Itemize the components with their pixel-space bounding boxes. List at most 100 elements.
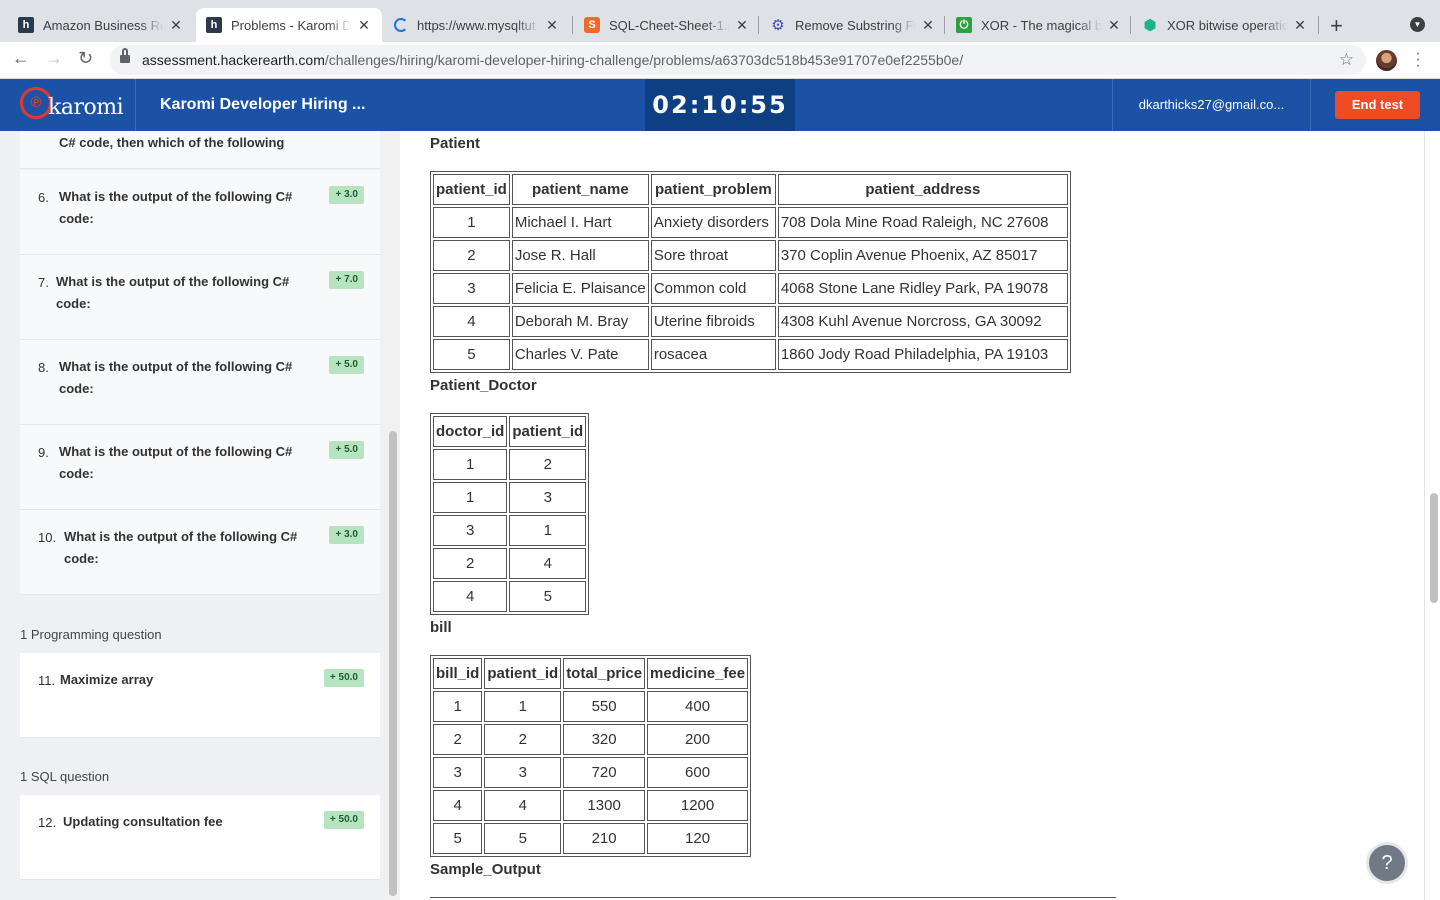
close-icon[interactable]: ✕ xyxy=(356,17,372,34)
problem-statement-panel: Patient patient_id patient_name patient_… xyxy=(400,131,1440,900)
table-cell: 400 xyxy=(647,691,749,722)
tab-title: Remove Substring Fro xyxy=(795,17,916,33)
content-scrollbar[interactable] xyxy=(1428,131,1440,900)
forward-arrow-icon[interactable]: → xyxy=(45,48,63,69)
question-card[interactable]: 9. What is the output of the following C… xyxy=(20,425,380,510)
question-number: 12. xyxy=(38,815,57,830)
score-badge: + 7.0 xyxy=(329,271,364,289)
table-cell: 1 xyxy=(433,207,510,238)
score-badge: + 50.0 xyxy=(323,669,364,687)
question-text: What is the output of the following C# c… xyxy=(56,274,290,311)
back-arrow-icon[interactable]: ← xyxy=(12,48,30,69)
table-cell: 2 xyxy=(433,240,510,271)
table-cell: 3 xyxy=(484,757,562,788)
tab-title: Amazon Business Res xyxy=(43,17,164,33)
browser-tab[interactable]: ⏻ XOR - The magical bit ✕ xyxy=(946,8,1132,42)
tab-title: XOR - The magical bit xyxy=(981,17,1102,33)
browser-tab[interactable]: ⚙ Remove Substring Fro ✕ xyxy=(760,8,946,42)
countdown-timer: 02:10:55 xyxy=(645,79,795,131)
browser-tab[interactable]: S SQL-Cheet-Sheet-1.p ✕ xyxy=(574,8,760,42)
score-badge: + 3.0 xyxy=(329,186,364,204)
table-cell: Michael I. Hart xyxy=(511,207,649,238)
power-favicon-icon: ⏻ xyxy=(956,17,972,33)
test-title: Karomi Developer Hiring ... xyxy=(160,96,366,113)
question-card[interactable]: 8. What is the output of the following C… xyxy=(20,340,380,425)
table-cell: 5 xyxy=(509,581,587,612)
table-row: 3 Felicia E. Plaisance Common cold 4068 Sto… xyxy=(433,273,1068,304)
question-text: C# code, then which of the following xyxy=(59,135,285,150)
table-cell: 3 xyxy=(433,273,510,304)
panel-divider xyxy=(1424,131,1425,900)
table-cell: 370 Coplin Avenue Phoenix, AZ 85017 xyxy=(777,240,1068,271)
browser-tab[interactable]: h Amazon Business Res ✕ xyxy=(8,8,194,42)
table-cell: 600 xyxy=(647,757,749,788)
table-cell: 200 xyxy=(647,724,749,755)
question-list-sidebar: C# code, then which of the following 6. … xyxy=(0,131,400,900)
table-row: 5 5 210 120 xyxy=(433,823,749,854)
content-scrollbar-thumb[interactable] xyxy=(1430,493,1438,603)
table-cell: 2 xyxy=(433,548,508,579)
table-row: 4 Deborah M. Bray Uterine fibroids 4308 Kuh… xyxy=(433,306,1068,337)
sidebar-scrollbar-thumb[interactable] xyxy=(389,431,397,896)
karomi-logo: ℗ karomi xyxy=(0,79,136,131)
close-icon[interactable]: ✕ xyxy=(544,17,560,34)
table-row: 5 Charles V. Pate rosacea 1860 Jody Road Ph… xyxy=(433,339,1068,370)
close-icon[interactable]: ✕ xyxy=(734,17,750,34)
table-cell: 4 xyxy=(433,790,483,821)
help-question-icon[interactable]: ? xyxy=(1366,842,1408,884)
question-card[interactable]: 6. What is the output of the following C… xyxy=(20,170,380,255)
logo-text: karomi xyxy=(48,95,124,120)
new-tab-plus-icon[interactable]: + xyxy=(1330,13,1343,39)
question-card[interactable]: C# code, then which of the following xyxy=(20,131,380,169)
question-number: 9. xyxy=(38,445,49,460)
reload-icon[interactable]: ↻ xyxy=(78,48,93,69)
table-cell: 4 xyxy=(433,581,508,612)
end-test-button[interactable]: End test xyxy=(1335,91,1420,119)
address-bar[interactable]: assessment.hackerearth.com/challenges/hi… xyxy=(110,45,1366,75)
close-icon[interactable]: ✕ xyxy=(920,17,936,34)
table-cell: 550 xyxy=(563,691,646,722)
bookmark-star-icon[interactable]: ☆ xyxy=(1339,50,1354,70)
browser-tab[interactable]: ⬢ XOR bitwise operation ✕ xyxy=(1132,8,1318,42)
tab-title: https://www.mysqltut xyxy=(417,17,536,33)
sidebar-scrollbar[interactable] xyxy=(386,131,400,900)
table-header: patient_id xyxy=(509,416,587,447)
url-host: assessment.hackerearth.com xyxy=(142,52,325,68)
table-cell: 1 xyxy=(433,691,483,722)
question-card[interactable]: 7. What is the output of the following C… xyxy=(20,255,380,340)
question-card[interactable]: 11. Maximize array + 50.0 xyxy=(20,653,380,738)
close-icon[interactable]: ✕ xyxy=(1106,17,1122,34)
question-text: What is the output of the following C# c… xyxy=(59,189,293,226)
table-cell: 720 xyxy=(563,757,646,788)
patient-table: patient_id patient_name patient_problem … xyxy=(430,171,1071,373)
table-header: total_price xyxy=(563,658,646,689)
table-row: 45 xyxy=(433,581,587,612)
browser-menu-icon[interactable]: · · · xyxy=(1412,46,1424,74)
question-number: 11. xyxy=(38,673,56,688)
table-row: 1 1 550 400 xyxy=(433,691,749,722)
bill-table: bill_id patient_id total_price medicine_… xyxy=(430,655,752,857)
table-cell: Sore throat xyxy=(650,240,776,271)
table-cell: 1860 Jody Road Philadelphia, PA 19103 xyxy=(777,339,1068,370)
profile-avatar[interactable] xyxy=(1376,50,1397,71)
browser-tab-bar: h Amazon Business Res ✕ h Problems - Kar… xyxy=(0,0,1440,42)
question-card[interactable]: 10. What is the output of the following … xyxy=(20,510,380,595)
tab-search-chevron-icon[interactable]: ▼ xyxy=(1410,17,1425,32)
browser-tab[interactable]: https://www.mysqltut ✕ xyxy=(384,8,570,42)
browser-tab-active[interactable]: h Problems - Karomi De ✕ xyxy=(196,8,382,42)
table-header: patient_id xyxy=(433,174,510,205)
close-icon[interactable]: ✕ xyxy=(168,17,184,34)
table-cell: 210 xyxy=(563,823,646,854)
question-card[interactable]: 12. Updating consultation fee + 50.0 xyxy=(20,795,380,880)
user-email[interactable]: dkarthicks27@gmail.co... xyxy=(1112,79,1311,131)
url-text[interactable]: assessment.hackerearth.com/challenges/hi… xyxy=(142,52,963,68)
close-icon[interactable]: ✕ xyxy=(1292,17,1308,34)
table-row: 31 xyxy=(433,515,587,546)
loading-ring-icon xyxy=(394,18,408,32)
table-header: bill_id xyxy=(433,658,483,689)
table-cell: Deborah M. Bray xyxy=(511,306,649,337)
url-path: /challenges/hiring/karomi-developer-hiri… xyxy=(324,52,964,68)
hackerearth-favicon-icon: h xyxy=(18,17,34,33)
table-cell: 1300 xyxy=(563,790,646,821)
browser-toolbar: ← → ↻ assessment.hackerearth.com/challen… xyxy=(0,42,1440,79)
